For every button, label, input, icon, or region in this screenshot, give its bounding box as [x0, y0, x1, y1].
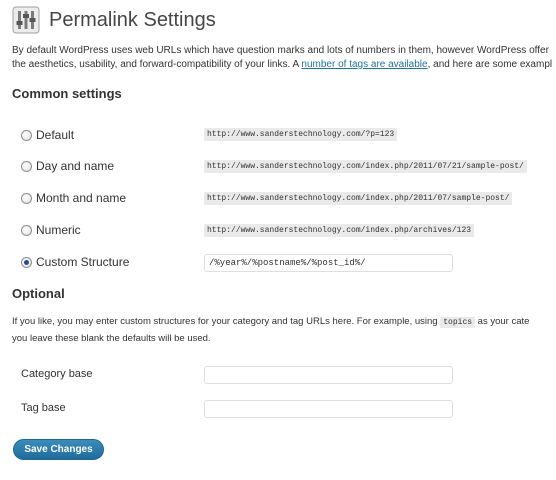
option-month-and-name-label: Month and name — [36, 191, 127, 205]
option-numeric[interactable]: Numeric — [21, 222, 81, 238]
option-day-and-name[interactable]: Day and name — [21, 158, 114, 174]
tag-base-label: Tag base — [21, 402, 66, 414]
radio-default[interactable] — [21, 129, 32, 141]
optional-desc-line-1: If you like, you may enter custom struct… — [12, 314, 556, 331]
numeric-sample-url: http://www.sanderstechnology.com/index.p… — [204, 224, 475, 237]
intro-line-2-suffix: , and here are some exampl — [427, 59, 553, 70]
option-custom-structure[interactable]: Custom Structure — [21, 254, 129, 270]
radio-custom-structure[interactable] — [21, 256, 32, 268]
save-changes-button[interactable]: Save Changes — [13, 439, 104, 460]
option-day-and-name-label: Day and name — [36, 159, 115, 173]
intro-line-1: By default WordPress uses web URLs which… — [12, 45, 549, 56]
option-numeric-label: Numeric — [36, 223, 81, 237]
option-custom-structure-label: Custom Structure — [36, 255, 130, 269]
option-default-label: Default — [36, 128, 75, 142]
category-base-label: Category base — [21, 368, 93, 380]
optional-desc-prefix: If you like, you may enter custom struct… — [12, 316, 441, 327]
optional-heading: Optional — [12, 286, 65, 301]
optional-desc-line-2: you leave these blank the defaults will … — [12, 333, 211, 344]
default-sample-url: http://www.sanderstechnology.com/?p=123 — [204, 128, 398, 141]
page-title: Permalink Settings — [49, 8, 216, 31]
category-base-input[interactable] — [204, 366, 453, 384]
settings-icon — [12, 6, 40, 34]
custom-structure-input[interactable]: /%year%/%postname%/%post_id%/ — [204, 254, 453, 272]
radio-day-and-name[interactable] — [21, 160, 32, 172]
common-settings-heading: Common settings — [12, 86, 122, 101]
topics-code: topics — [440, 317, 476, 328]
option-month-and-name[interactable]: Month and name — [21, 190, 126, 206]
tags-available-link[interactable]: number of tags are available — [301, 59, 427, 70]
radio-month-and-name[interactable] — [21, 192, 32, 204]
day-and-name-sample-url: http://www.sanderstechnology.com/index.p… — [204, 160, 527, 173]
radio-numeric[interactable] — [21, 224, 32, 236]
intro-line-2-prefix: the aesthetics, usability, and forward-c… — [12, 59, 302, 70]
optional-desc-suffix: as your cate — [475, 316, 530, 327]
tag-base-input[interactable] — [204, 400, 453, 418]
option-default[interactable]: Default — [21, 127, 74, 143]
intro-text: By default WordPress uses web URLs which… — [12, 44, 556, 72]
intro-line-2: the aesthetics, usability, and forward-c… — [12, 58, 556, 72]
page-header: Permalink Settings — [12, 5, 216, 35]
month-and-name-sample-url: http://www.sanderstechnology.com/index.p… — [204, 192, 513, 205]
optional-description: If you like, you may enter custom struct… — [12, 314, 556, 347]
